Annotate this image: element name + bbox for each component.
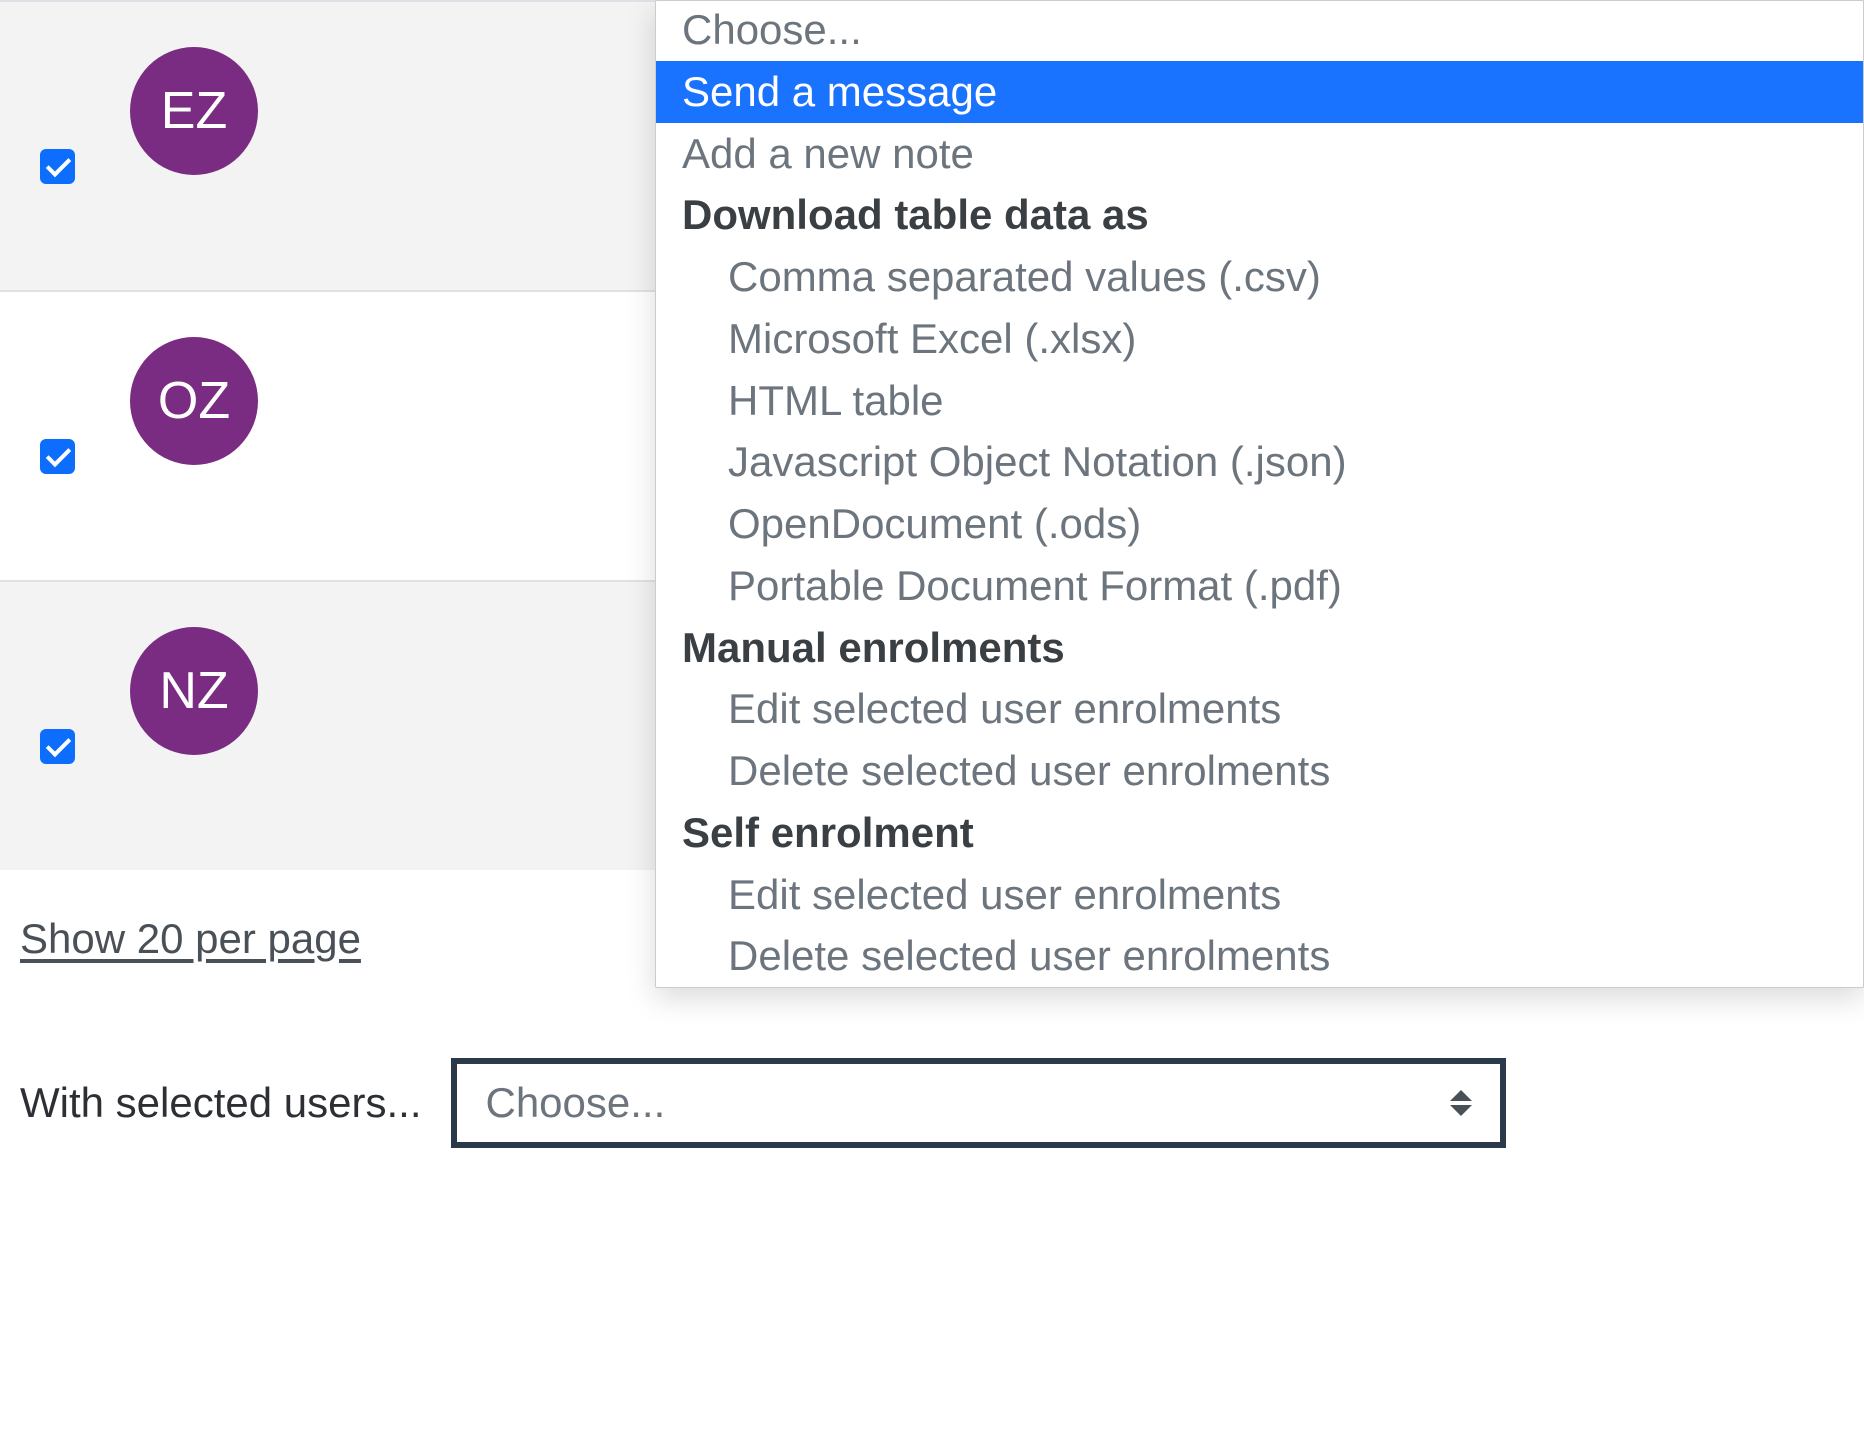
dropdown-group-manual-enrolments: Manual enrolments [656,617,1863,679]
dropdown-option-manual-delete[interactable]: Delete selected user enrolments [656,740,1863,802]
dropdown-option-self-edit[interactable]: Edit selected user enrolments [656,864,1863,926]
dropdown-option-send-message[interactable]: Send a message [656,61,1863,123]
dropdown-option-csv[interactable]: Comma separated values (.csv) [656,246,1863,308]
dropdown-option-ods[interactable]: OpenDocument (.ods) [656,493,1863,555]
dropdown-group-self-enrolment: Self enrolment [656,802,1863,864]
dropdown-group-download: Download table data as [656,184,1863,246]
avatar: OZ [130,337,258,465]
bulk-action-row: With selected users... Choose... [20,1058,1864,1148]
avatar-initials: EZ [161,81,227,141]
row-select-checkbox[interactable] [40,439,75,474]
select-sort-icon [1450,1090,1472,1116]
dropdown-option-pdf[interactable]: Portable Document Format (.pdf) [656,555,1863,617]
dropdown-option-self-delete[interactable]: Delete selected user enrolments [656,925,1863,987]
dropdown-option-json[interactable]: Javascript Object Notation (.json) [656,431,1863,493]
avatar-initials: OZ [158,371,230,431]
avatar-initials: NZ [159,661,228,721]
select-placeholder: Choose... [485,1079,665,1127]
dropdown-option-choose[interactable]: Choose... [656,1,1863,61]
avatar: NZ [130,627,258,755]
show-per-page-link[interactable]: Show 20 per page [20,915,361,963]
bulk-action-label: With selected users... [20,1079,421,1127]
dropdown-option-xlsx[interactable]: Microsoft Excel (.xlsx) [656,308,1863,370]
bulk-action-dropdown[interactable]: Choose... Send a message Add a new note … [655,0,1864,988]
bulk-action-select[interactable]: Choose... [451,1058,1506,1148]
dropdown-option-manual-edit[interactable]: Edit selected user enrolments [656,678,1863,740]
avatar: EZ [130,47,258,175]
dropdown-option-html-table[interactable]: HTML table [656,370,1863,432]
dropdown-option-add-note[interactable]: Add a new note [656,123,1863,185]
row-select-checkbox[interactable] [40,149,75,184]
row-select-checkbox[interactable] [40,729,75,764]
